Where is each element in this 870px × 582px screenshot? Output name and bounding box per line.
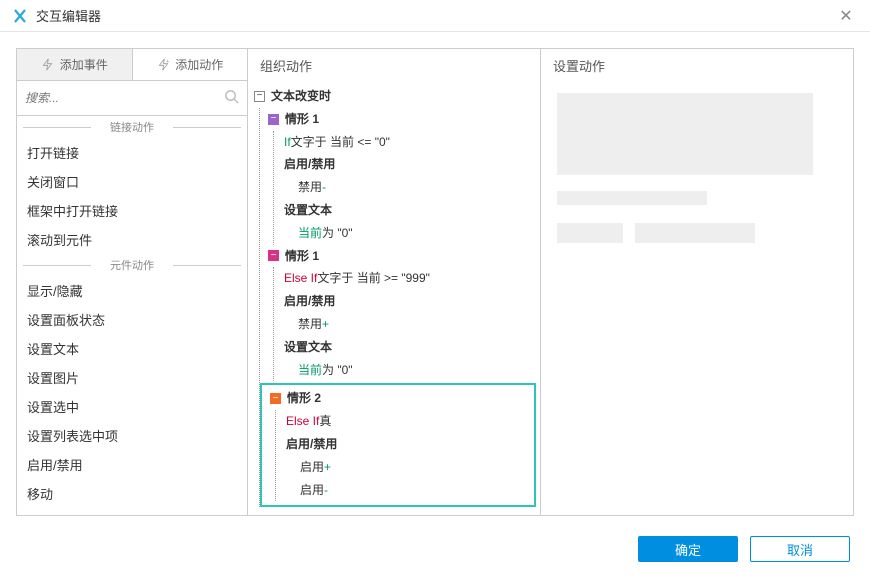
tab-add-event[interactable]: 添加事件: [17, 49, 133, 80]
placeholder-block: [557, 93, 813, 175]
tree-action[interactable]: 启用/禁用: [274, 153, 540, 176]
tree-condition[interactable]: Else If 真: [276, 410, 534, 433]
interaction-tree: − 文本改变时 − 情形 1 If 文字于 当前 <= "0" 启用/禁用 禁用: [248, 81, 540, 519]
action-item[interactable]: 显示/隐藏: [17, 276, 247, 305]
search-icon[interactable]: [224, 89, 239, 108]
window-title: 交互编辑器: [36, 6, 834, 25]
tree-event[interactable]: − 文本改变时: [254, 85, 540, 108]
tree-condition[interactable]: Else If 文字于 当前 >= "999": [274, 267, 540, 290]
action-item[interactable]: 设置文本: [17, 334, 247, 363]
action-item[interactable]: 关闭窗口: [17, 167, 247, 196]
bolt-plus-icon: +: [156, 58, 170, 72]
tree-action[interactable]: 启用/禁用: [276, 433, 534, 456]
placeholder-chip: [557, 223, 623, 243]
organize-panel: 组织动作 − 文本改变时 − 情形 1 If 文字于 当前 <= "0" 启用/…: [248, 48, 541, 516]
settings-panel: 设置动作: [541, 48, 854, 516]
app-logo-icon: [12, 8, 28, 24]
collapse-icon[interactable]: −: [270, 393, 281, 404]
placeholder-line: [557, 191, 707, 205]
collapse-icon[interactable]: −: [254, 91, 265, 102]
svg-text:+: +: [166, 59, 170, 65]
action-item[interactable]: 框架中打开链接: [17, 196, 247, 225]
lightning-icon: [41, 58, 55, 72]
cancel-button[interactable]: 取消: [750, 536, 850, 562]
tree-action[interactable]: 启用/禁用: [274, 290, 540, 313]
action-item[interactable]: 打开链接: [17, 138, 247, 167]
close-icon[interactable]: ✕: [834, 4, 858, 28]
action-item[interactable]: 移动: [17, 479, 247, 508]
tree-condition[interactable]: If 文字于 当前 <= "0": [274, 131, 540, 154]
tree-action-detail[interactable]: 启用 -: [276, 479, 534, 502]
panel-header: 设置动作: [541, 49, 853, 81]
tree-case-selected[interactable]: − 情形 2 Else If 真 启用/禁用 启用 +: [260, 383, 536, 507]
action-item[interactable]: 滚动到元件: [17, 225, 247, 254]
group-header-widget: 元件动作: [17, 254, 247, 276]
group-header-link: 链接动作: [17, 116, 247, 138]
action-item[interactable]: 设置列表选中项: [17, 421, 247, 450]
tree-action-detail[interactable]: 当前 为 "0": [274, 359, 540, 382]
action-item[interactable]: 旋转: [17, 508, 247, 515]
collapse-icon[interactable]: −: [268, 114, 279, 125]
tree-action[interactable]: 设置文本: [274, 336, 540, 359]
tree-case[interactable]: − 情形 1: [260, 245, 540, 268]
action-item[interactable]: 启用/禁用: [17, 450, 247, 479]
action-item[interactable]: 设置选中: [17, 392, 247, 421]
tab-add-action[interactable]: + 添加动作: [133, 49, 248, 80]
tree-action-detail[interactable]: 禁用 -: [274, 176, 540, 199]
placeholder-chip: [635, 223, 755, 243]
action-item[interactable]: 设置图片: [17, 363, 247, 392]
ok-button[interactable]: 确定: [638, 536, 738, 562]
tree-case[interactable]: − 情形 1: [260, 108, 540, 131]
tree-action-detail[interactable]: 启用 +: [276, 456, 534, 479]
tab-label: 添加事件: [60, 56, 108, 73]
panel-header: 组织动作: [248, 49, 540, 81]
action-list: 链接动作 打开链接 关闭窗口 框架中打开链接 滚动到元件 元件动作 显示/隐藏 …: [17, 115, 247, 515]
collapse-icon[interactable]: −: [268, 250, 279, 261]
tree-action-detail[interactable]: 当前 为 "0": [274, 222, 540, 245]
actions-panel: 添加事件 + 添加动作 链接动作 打开链接 关闭窗口 框架中打开链接 滚动到元件…: [16, 48, 248, 516]
tab-label: 添加动作: [175, 56, 223, 73]
action-item[interactable]: 设置面板状态: [17, 305, 247, 334]
tree-action[interactable]: 设置文本: [274, 199, 540, 222]
tree-action-detail[interactable]: 禁用 +: [274, 313, 540, 336]
search-input[interactable]: [25, 91, 224, 105]
